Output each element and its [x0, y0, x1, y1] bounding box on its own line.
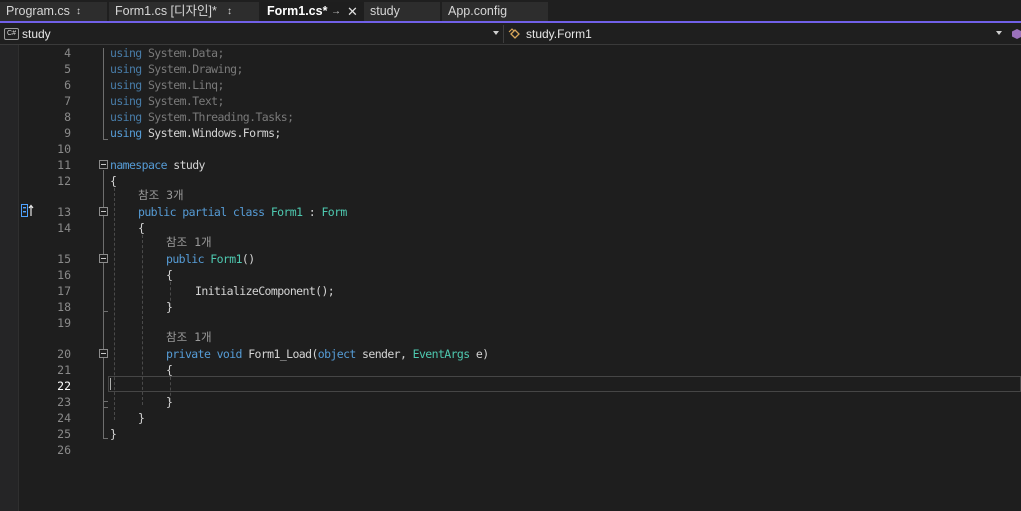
line-number: 6	[64, 78, 71, 92]
chevron-down-icon	[996, 31, 1002, 35]
line-number: 20	[57, 347, 71, 361]
code-text: public Form1()	[166, 252, 255, 266]
tab-form1-designer[interactable]: Form1.cs [디자인]* ↕	[109, 2, 259, 21]
class-icon	[508, 28, 520, 39]
code-text: {	[110, 174, 117, 188]
line-number: 8	[64, 110, 71, 124]
line-number: 12	[57, 174, 71, 188]
code-text: }	[166, 395, 173, 409]
pin-icon[interactable]: ↕	[227, 2, 232, 21]
line-number: 17	[57, 284, 71, 298]
line-number: 13	[57, 205, 71, 219]
code-line: 13 public partial class Form1 : Form	[0, 204, 1021, 220]
line-number: 26	[57, 443, 71, 457]
code-line: 8 using System.Threading.Tasks;	[0, 109, 1021, 125]
code-line: 17 InitializeComponent();	[0, 283, 1021, 299]
tab-app-config[interactable]: App.config	[442, 2, 548, 21]
line-number: 18	[57, 300, 71, 314]
line-number: 25	[57, 427, 71, 441]
tab-label: Form1.cs*	[267, 4, 328, 18]
code-line: 19	[0, 315, 1021, 331]
line-number: 19	[57, 316, 71, 330]
code-text: using System.Drawing;	[110, 62, 243, 76]
code-editor[interactable]: 4 using System.Data; 5 using System.Draw…	[0, 45, 1021, 511]
codelens-references[interactable]: 참조 3개	[138, 187, 184, 203]
tab-label: Program.cs	[6, 4, 70, 18]
class-name: study.Form1	[526, 27, 592, 41]
code-line: 18 }	[0, 299, 1021, 315]
code-line: 11 namespace study	[0, 157, 1021, 173]
code-text: namespace study	[110, 158, 205, 172]
line-number: 11	[57, 158, 71, 172]
line-number: 5	[64, 62, 71, 76]
tab-form1-cs[interactable]: Form1.cs* → ✕	[261, 2, 364, 23]
codelens-references[interactable]: 참조 1개	[166, 329, 212, 345]
code-line: 25 }	[0, 426, 1021, 442]
close-icon[interactable]: ✕	[347, 2, 358, 21]
code-text: {	[138, 221, 145, 235]
code-line: 16 {	[0, 267, 1021, 283]
line-number: 22	[57, 379, 71, 393]
tab-study[interactable]: study	[364, 2, 440, 21]
csharp-project-icon: C#	[4, 28, 19, 40]
code-line: 14 {	[0, 220, 1021, 236]
code-line-current: 22	[0, 378, 1021, 394]
code-text: using System.Threading.Tasks;	[110, 110, 294, 124]
line-number: 23	[57, 395, 71, 409]
navigation-bar: C# study study.Form1	[0, 23, 1021, 45]
tab-label: App.config	[448, 4, 508, 18]
code-text: {	[166, 268, 173, 282]
code-text: InitializeComponent();	[195, 284, 335, 298]
code-line: 6 using System.Linq;	[0, 77, 1021, 93]
line-number: 21	[57, 363, 71, 377]
project-name: study	[22, 27, 51, 41]
project-dropdown[interactable]: C# study	[2, 25, 502, 43]
code-line: 5 using System.Drawing;	[0, 61, 1021, 77]
code-text: using System.Data;	[110, 46, 224, 60]
line-number: 16	[57, 268, 71, 282]
code-text: using System.Text;	[110, 94, 224, 108]
code-line: 7 using System.Text;	[0, 93, 1021, 109]
code-text: using System.Linq;	[110, 78, 224, 92]
code-line: 26	[0, 442, 1021, 458]
pin-icon[interactable]: →	[331, 2, 341, 21]
line-number: 10	[57, 142, 71, 156]
chevron-down-icon	[493, 31, 499, 35]
code-text: using System.Windows.Forms;	[110, 126, 281, 140]
class-dropdown[interactable]: study.Form1	[507, 25, 1005, 43]
tab-label: Form1.cs [디자인]*	[115, 4, 217, 18]
tab-program-cs[interactable]: Program.cs ↕	[0, 2, 107, 21]
code-line: 15 public Form1()	[0, 251, 1021, 267]
code-text: }	[138, 411, 145, 425]
line-number: 4	[64, 46, 71, 60]
line-number: 9	[64, 126, 71, 140]
code-text: {	[166, 363, 173, 377]
line-number: 24	[57, 411, 71, 425]
code-text: private void Form1_Load(object sender, E…	[166, 347, 489, 361]
code-line: 23 }	[0, 394, 1021, 410]
member-icon	[1012, 29, 1021, 39]
document-tab-bar: Program.cs ↕ Form1.cs [디자인]* ↕ Form1.cs*…	[0, 0, 1021, 23]
code-line: 21 {	[0, 362, 1021, 378]
code-line: 9 using System.Windows.Forms;	[0, 125, 1021, 141]
code-line: 24 }	[0, 410, 1021, 426]
code-text: }	[166, 300, 173, 314]
code-line: 4 using System.Data;	[0, 45, 1021, 61]
line-number: 15	[57, 252, 71, 266]
line-number: 7	[64, 94, 71, 108]
code-line: 10	[0, 141, 1021, 157]
tab-label: study	[370, 4, 400, 18]
line-number: 14	[57, 221, 71, 235]
code-line: 20 private void Form1_Load(object sender…	[0, 346, 1021, 362]
code-text: }	[110, 427, 117, 441]
nav-divider	[503, 25, 504, 43]
code-text: public partial class Form1 : Form	[138, 205, 347, 219]
codelens-references[interactable]: 참조 1개	[166, 234, 212, 250]
pin-icon[interactable]: ↕	[76, 2, 81, 21]
